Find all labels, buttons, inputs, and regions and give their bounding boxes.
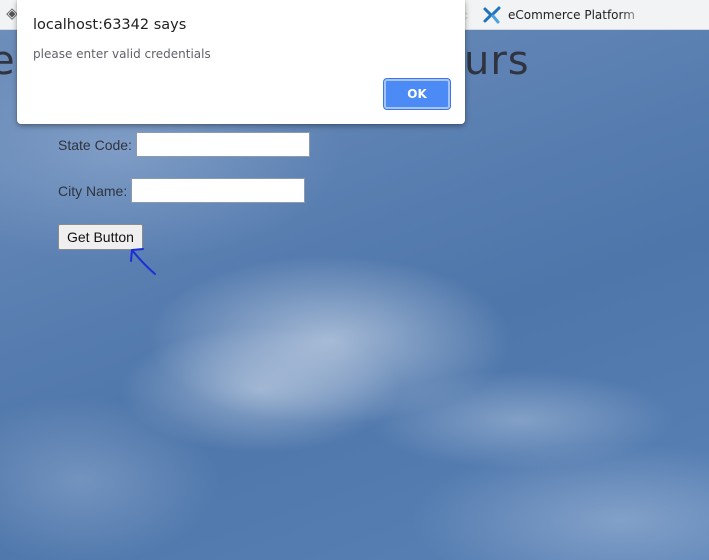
hand-drawn-arrow-icon xyxy=(130,248,156,275)
dialog-message: please enter valid credentials xyxy=(33,47,211,61)
state-code-label: State Code: xyxy=(58,136,132,153)
ok-button[interactable]: OK xyxy=(384,79,450,109)
page-heading-right: urs xyxy=(464,38,530,84)
browser-tab[interactable]: eCommerce Platform xyxy=(482,4,709,26)
ecommerce-logo-icon xyxy=(483,6,501,24)
alert-dialog: localhost:63342 says please enter valid … xyxy=(17,0,465,124)
dialog-title: localhost:63342 says xyxy=(33,17,187,33)
state-code-row: State Code: xyxy=(58,132,310,157)
state-code-input[interactable] xyxy=(135,132,310,157)
city-name-input[interactable] xyxy=(131,178,306,203)
city-name-label: City Name: xyxy=(58,182,128,199)
city-name-row: City Name: xyxy=(58,178,306,203)
tab-title: eCommerce Platform xyxy=(508,8,635,22)
